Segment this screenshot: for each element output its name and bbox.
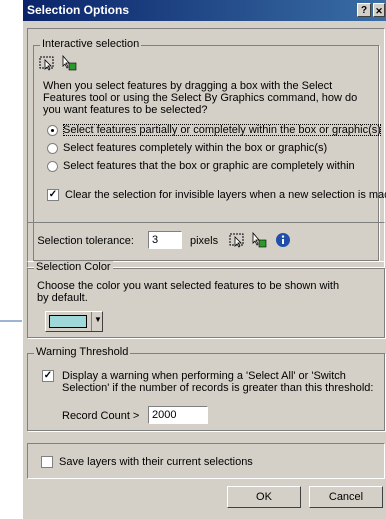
- color-desc-line-1: Choose the color you want selected featu…: [37, 280, 340, 292]
- select-box-icon: [39, 56, 54, 71]
- clear-invisible-label[interactable]: Clear the selection for invisible layers…: [65, 189, 386, 201]
- tolerance-unit: pixels: [190, 235, 219, 247]
- close-button[interactable]: ✕: [373, 3, 385, 17]
- selection-options-dialog: Selection Options ? ✕ Interactive select…: [22, 0, 386, 519]
- interactive-desc-line-1: When you select features by dragging a b…: [43, 80, 333, 92]
- radio-box-within-feature-label[interactable]: Select features that the box or graphic …: [63, 160, 355, 172]
- tolerance-input[interactable]: 3: [148, 231, 182, 249]
- selection-color-legend: Selection Color: [34, 261, 113, 273]
- close-icon: ✕: [375, 6, 383, 16]
- cancel-button[interactable]: Cancel: [309, 486, 383, 508]
- select-graphics-icon[interactable]: [251, 232, 267, 248]
- dialog-title: Selection Options: [27, 3, 130, 17]
- interactive-desc-line-3: you want features to be selected?: [43, 104, 208, 116]
- warning-threshold-group: Warning Threshold ✓ Display a warning wh…: [27, 346, 385, 431]
- radio-completely-within-label[interactable]: Select features completely within the bo…: [63, 142, 327, 154]
- radio-completely-within[interactable]: [47, 143, 58, 154]
- display-warning-checkbox[interactable]: ✓: [42, 370, 54, 382]
- select-box-icon[interactable]: [229, 232, 245, 248]
- radio-partially-within[interactable]: [47, 125, 58, 136]
- tolerance-panel: SSelection tolerance: 3 pixels: [27, 222, 385, 262]
- radio-box-within-feature[interactable]: [47, 161, 58, 172]
- tolerance-label: SSelection tolerance:: [37, 235, 134, 247]
- display-warning-line-2[interactable]: Selection' if the number of records is g…: [62, 382, 374, 394]
- tolerance-label-text: Selection tolerance:: [37, 235, 134, 247]
- save-layers-label[interactable]: Save layers with their current selection…: [59, 456, 253, 468]
- color-desc-line-2: by default.: [37, 292, 88, 304]
- help-button[interactable]: ?: [357, 3, 371, 17]
- interactive-selection-legend: Interactive selection: [40, 38, 142, 50]
- dropdown-divider: [91, 312, 92, 331]
- interactive-desc-line-2: Features tool or using the Select By Gra…: [43, 92, 358, 104]
- display-warning-line-1[interactable]: Display a warning when performing a 'Sel…: [62, 370, 346, 382]
- warning-threshold-legend: Warning Threshold: [34, 346, 131, 358]
- clear-invisible-checkbox[interactable]: ✓: [47, 189, 59, 201]
- color-picker-button[interactable]: ▼: [45, 311, 103, 332]
- color-swatch: [49, 315, 87, 328]
- record-count-label: Record Count >: [62, 410, 140, 422]
- save-layers-panel: Save layers with their current selection…: [27, 443, 385, 479]
- info-icon[interactable]: [275, 232, 291, 248]
- record-count-input[interactable]: 2000: [148, 406, 208, 424]
- selection-color-group: Selection Color Choose the color you wan…: [27, 261, 385, 338]
- radio-partially-within-label[interactable]: Select features partially or completely …: [63, 124, 381, 136]
- save-layers-checkbox[interactable]: [41, 456, 53, 468]
- select-graphics-icon: [62, 55, 77, 71]
- chevron-down-icon: ▼: [94, 315, 102, 324]
- ok-button[interactable]: OK: [227, 486, 301, 508]
- title-bar: Selection Options ? ✕: [23, 0, 386, 21]
